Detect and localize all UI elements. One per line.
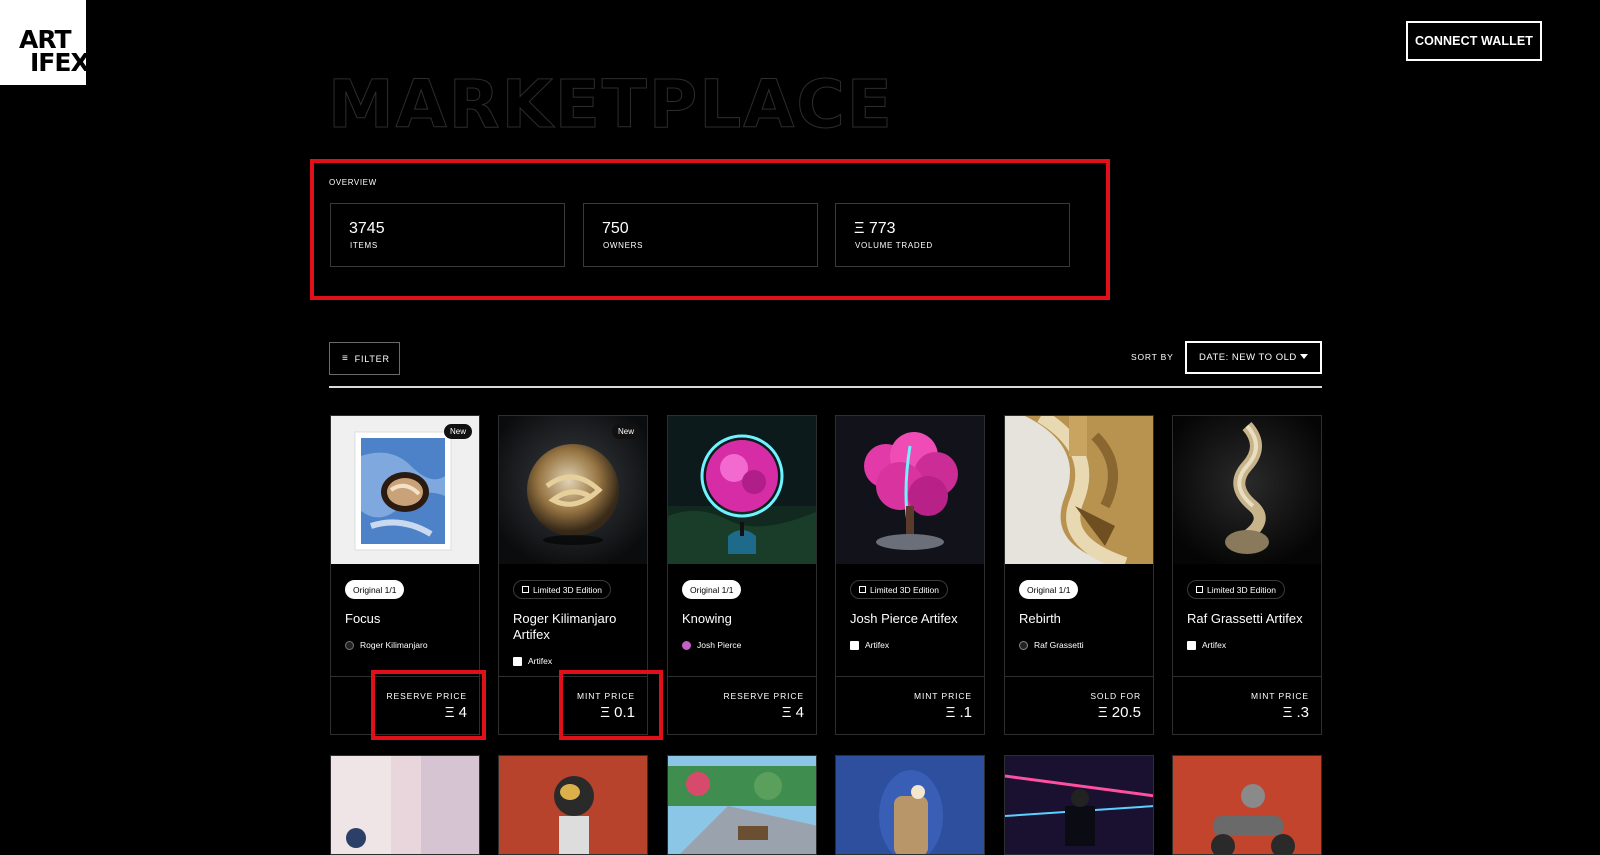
edition-tag-label: Limited 3D Edition [1207,584,1276,595]
artist-name: Artifex [528,656,553,666]
reserve-price-highlight [371,670,486,740]
artwork-title: Rebirth [1019,611,1061,626]
avatar [1187,640,1196,650]
cube-icon [1196,586,1203,593]
artist[interactable]: Raf Grassetti [1019,640,1084,650]
cube-icon [859,586,866,593]
edition-tag-label: Original 1/1 [1027,584,1071,595]
edition-tag: Original 1/1 [682,580,742,599]
price-value: Ξ .1 [945,704,972,721]
artist[interactable]: Artifex [513,656,552,666]
chevron-down-icon [1300,354,1308,359]
artifex-logo[interactable]: ART IFEX [0,0,90,85]
stat-owners: 750 OWNERS [583,203,818,267]
divider [329,386,1322,388]
edition-tag-label: Original 1/1 [353,584,397,595]
filter-button[interactable]: ≡ FILTER [329,342,400,375]
artwork-image [668,416,816,564]
nft-card-knowing[interactable]: Original 1/1 Knowing Josh Pierce RESERVE… [667,415,817,735]
artist-name: Artifex [1202,640,1227,650]
avatar [513,656,522,666]
edition-tag: Limited 3D Edition [513,580,611,599]
avatar [345,640,354,650]
divider [836,676,984,677]
artist-name: Josh Pierce [697,640,742,650]
filter-label: FILTER [354,353,390,364]
page-title: MARKETPLACE [328,66,894,143]
stat-value: Ξ 773 [854,220,896,237]
artwork-title: Focus [345,611,381,626]
logo-line-2: IFEX [30,48,90,77]
sort-by-label: SORT BY [1131,352,1174,362]
artist[interactable]: Josh Pierce [682,640,741,650]
connect-wallet-button[interactable]: CONNECT WALLET [1406,21,1542,61]
avatar [1019,640,1028,650]
artwork-image [1005,416,1153,564]
sort-select[interactable]: DATE: NEW TO OLD [1185,341,1322,374]
price-label: SOLD FOR [1090,691,1141,701]
edition-tag: Original 1/1 [345,580,405,599]
artist[interactable]: Roger Kilimanjaro [345,640,428,650]
artwork-title: Raf Grassetti Artifex [1187,611,1303,626]
nft-card-raf-grassetti-artifex[interactable]: Limited 3D Edition Raf Grassetti Artifex… [1172,415,1322,735]
price-value: Ξ .3 [1282,704,1309,721]
price-label: MINT PRICE [1251,691,1309,701]
avatar [850,640,859,650]
nft-card-rebirth[interactable]: Original 1/1 Rebirth Raf Grassetti SOLD … [1004,415,1154,735]
stat-label: OWNERS [603,241,644,250]
stat-value: 3745 [349,220,385,237]
nft-card-josh-pierce-artifex[interactable]: Limited 3D Edition Josh Pierce Artifex A… [835,415,985,735]
price-label: MINT PRICE [914,691,972,701]
artwork-title: Roger Kilimanjaro Artifex [513,611,617,642]
artwork-image [836,416,984,564]
artist-name: Artifex [865,640,890,650]
divider [668,676,816,677]
stat-label: VOLUME TRADED [855,241,933,250]
edition-tag: Original 1/1 [1019,580,1079,599]
artist-name: Raf Grassetti [1034,640,1084,650]
artwork-title: Josh Pierce Artifex [850,611,958,626]
price-value: Ξ 20.5 [1097,704,1141,721]
artist[interactable]: Artifex [1187,640,1226,650]
stat-label: ITEMS [350,241,378,250]
overview-label: OVERVIEW [329,178,377,187]
edition-tag: Limited 3D Edition [850,580,948,599]
artist-name: Roger Kilimanjaro [360,640,428,650]
artwork-image [1173,416,1321,564]
edition-tag: Limited 3D Edition [1187,580,1285,599]
nft-card-thumbnail[interactable] [1172,755,1322,855]
nft-card-thumbnail[interactable] [498,755,648,855]
stat-volume-traded: Ξ 773 VOLUME TRADED [835,203,1070,267]
price-value: Ξ 4 [781,704,804,721]
nft-card-thumbnail[interactable] [835,755,985,855]
edition-tag-label: Limited 3D Edition [870,584,939,595]
price-label: RESERVE PRICE [723,691,804,701]
mint-price-highlight [559,670,663,740]
artwork-title: Knowing [682,611,732,626]
divider [1173,676,1321,677]
filter-icon: ≡ [342,352,349,364]
edition-tag-label: Original 1/1 [690,584,734,595]
divider [1005,676,1153,677]
new-badge: New [611,424,640,439]
sort-select-value: DATE: NEW TO OLD [1199,352,1297,363]
edition-tag-label: Limited 3D Edition [533,584,602,595]
nft-card-thumbnail[interactable] [1004,755,1154,855]
new-badge: New [443,424,472,439]
stat-value: 750 [602,220,629,237]
stat-items: 3745 ITEMS [330,203,565,267]
artist[interactable]: Artifex [850,640,889,650]
cube-icon [522,586,529,593]
nft-card-thumbnail[interactable] [330,755,480,855]
nft-card-thumbnail[interactable] [667,755,817,855]
avatar [682,640,691,650]
